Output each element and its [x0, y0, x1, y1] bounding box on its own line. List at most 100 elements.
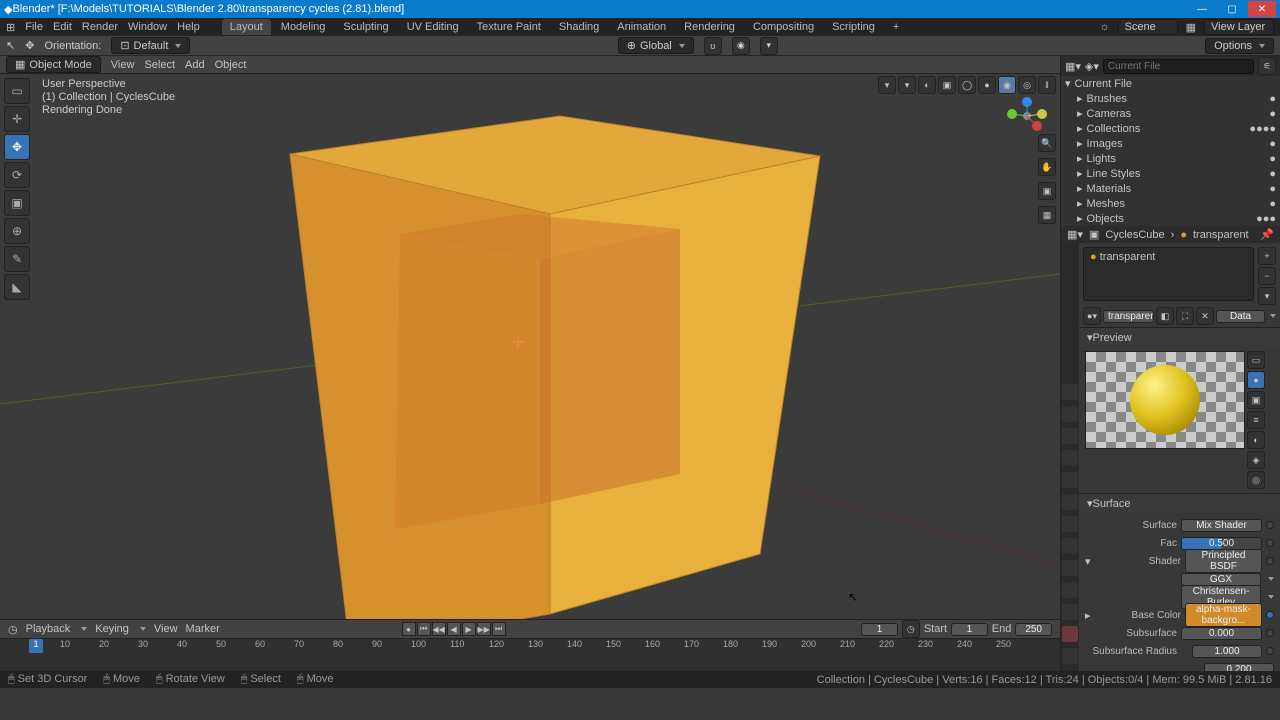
- blender-menu-icon[interactable]: ⊞: [6, 21, 15, 34]
- ptab-texture[interactable]: [1062, 648, 1078, 664]
- nav-gizmo[interactable]: [1002, 96, 1052, 136]
- cursor-icon[interactable]: ✥: [25, 39, 34, 52]
- play-rev-icon[interactable]: ◀: [447, 622, 461, 636]
- mat-browse-icon[interactable]: ●▾: [1083, 307, 1101, 325]
- out-objects[interactable]: Objects: [1087, 213, 1124, 225]
- ptab-particles[interactable]: [1062, 538, 1078, 554]
- orientation-dropdown[interactable]: ⊡Default: [111, 37, 190, 54]
- menu-select[interactable]: Select: [144, 59, 175, 71]
- preview-header[interactable]: ▾ Preview: [1079, 327, 1280, 347]
- menu-view[interactable]: View: [111, 59, 135, 71]
- tab-animation[interactable]: Animation: [609, 19, 674, 35]
- menu-add[interactable]: Add: [185, 59, 205, 71]
- tl-view[interactable]: View: [154, 623, 178, 635]
- out-linestyles[interactable]: Line Styles: [1087, 168, 1141, 180]
- persp-icon[interactable]: ▦: [1038, 206, 1056, 224]
- outliner-root[interactable]: Current File: [1075, 78, 1132, 90]
- out-cameras[interactable]: Cameras: [1087, 108, 1132, 120]
- autokey-icon[interactable]: ●: [402, 622, 416, 636]
- ptab-viewlayer[interactable]: [1062, 428, 1078, 444]
- prev-key-icon[interactable]: ◀◀: [432, 622, 446, 636]
- shading-solid-icon[interactable]: ●: [978, 76, 996, 94]
- mat-nodes-icon[interactable]: ◧: [1156, 307, 1174, 325]
- shader-type[interactable]: Principled BSDF: [1185, 549, 1262, 573]
- tool-select[interactable]: ▭: [4, 78, 30, 104]
- out-images[interactable]: Images: [1087, 138, 1123, 150]
- menu-file[interactable]: File: [25, 21, 43, 33]
- vp-select-icon[interactable]: ▾: [878, 76, 896, 94]
- out-collections[interactable]: Collections: [1087, 123, 1141, 135]
- vp-overlay-icon[interactable]: ◐: [918, 76, 936, 94]
- ptab-render[interactable]: [1062, 384, 1078, 400]
- shading-rendered-icon[interactable]: ◎: [1018, 76, 1036, 94]
- play-icon[interactable]: ▶: [462, 622, 476, 636]
- playhead[interactable]: 1: [29, 639, 43, 653]
- mat-unlink-icon[interactable]: ✕: [1196, 307, 1214, 325]
- tool-measure[interactable]: ◣: [4, 274, 30, 300]
- outliner-search[interactable]: [1103, 59, 1254, 74]
- outliner-display-icon[interactable]: ◈▾: [1085, 60, 1099, 73]
- menu-window[interactable]: Window: [128, 21, 167, 33]
- tab-sculpting[interactable]: Sculpting: [335, 19, 396, 35]
- surface-shader[interactable]: Mix Shader: [1181, 519, 1262, 532]
- tl-keying[interactable]: Keying: [95, 623, 129, 635]
- pv-fluid-icon[interactable]: ◎: [1247, 471, 1265, 489]
- material-name[interactable]: transparent: [1103, 310, 1154, 323]
- slot-remove-icon[interactable]: −: [1258, 267, 1276, 285]
- tool-transform[interactable]: ⊕: [4, 218, 30, 244]
- tl-marker[interactable]: Marker: [186, 623, 220, 635]
- vp-gizmo-icon[interactable]: ▾: [898, 76, 916, 94]
- tool-scale[interactable]: ▣: [4, 190, 30, 216]
- viewlayer-field[interactable]: View Layer: [1204, 19, 1274, 35]
- pv-cloth-icon[interactable]: ◈: [1247, 451, 1265, 469]
- tab-layout[interactable]: Layout: [222, 19, 271, 35]
- tab-texture[interactable]: Texture Paint: [469, 19, 549, 35]
- jump-end-icon[interactable]: ⏭: [492, 622, 506, 636]
- frame-current[interactable]: 1: [861, 623, 898, 636]
- ssr-2[interactable]: 0.200: [1204, 663, 1274, 672]
- menu-render[interactable]: Render: [82, 21, 118, 33]
- pv-sphere-icon[interactable]: ●: [1247, 371, 1265, 389]
- bc-material[interactable]: transparent: [1193, 229, 1249, 241]
- options-dropdown[interactable]: Options: [1205, 38, 1274, 54]
- out-lights[interactable]: Lights: [1087, 153, 1116, 165]
- pin-icon[interactable]: 📌: [1260, 228, 1274, 241]
- slot-add-icon[interactable]: +: [1258, 247, 1276, 265]
- mode-dropdown[interactable]: ▦Object Mode: [6, 56, 101, 73]
- ptab-constraints[interactable]: [1062, 582, 1078, 598]
- tl-playback[interactable]: Playback: [26, 623, 71, 635]
- tab-shading[interactable]: Shading: [551, 19, 607, 35]
- ptab-data[interactable]: [1062, 604, 1078, 620]
- tab-rendering[interactable]: Rendering: [676, 19, 743, 35]
- editor-icon[interactable]: ▦▾: [1067, 228, 1083, 241]
- pv-flat-icon[interactable]: ▭: [1247, 351, 1265, 369]
- lock-range-icon[interactable]: ◷: [902, 620, 920, 638]
- arrow-icon[interactable]: ↖: [6, 39, 15, 52]
- vp-xray-icon[interactable]: ▣: [938, 76, 956, 94]
- ptab-world[interactable]: [1062, 472, 1078, 488]
- surface-header[interactable]: ▾ Surface: [1079, 493, 1280, 513]
- outliner[interactable]: ▾Current File ▸Brushes● ▸Cameras● ▸Colle…: [1061, 76, 1280, 226]
- material-slot[interactable]: ● transparent: [1083, 247, 1254, 301]
- tab-uv[interactable]: UV Editing: [399, 19, 467, 35]
- timeline-track[interactable]: 1 10203040506070809010011012013014015016…: [0, 638, 1060, 671]
- bc-object[interactable]: CyclesCube: [1105, 229, 1164, 241]
- tool-annotate[interactable]: ✎: [4, 246, 30, 272]
- pv-shader-icon[interactable]: ◐: [1247, 431, 1265, 449]
- tab-modeling[interactable]: Modeling: [273, 19, 334, 35]
- ptab-material[interactable]: [1062, 626, 1078, 642]
- pv-cube-icon[interactable]: ▣: [1247, 391, 1265, 409]
- frame-start[interactable]: 1: [951, 623, 988, 636]
- base-color[interactable]: alpha-mask-backgro...: [1185, 603, 1262, 627]
- frame-end[interactable]: 250: [1015, 623, 1052, 636]
- jump-start-icon[interactable]: ⏮: [417, 622, 431, 636]
- tab-scripting[interactable]: Scripting: [824, 19, 883, 35]
- subsurface-val[interactable]: 0.000: [1181, 627, 1262, 640]
- outliner-mode-icon[interactable]: ▦▾: [1065, 60, 1081, 73]
- zoom-icon[interactable]: 🔍: [1038, 134, 1056, 152]
- mat-users-icon[interactable]: ⛶: [1176, 307, 1194, 325]
- out-materials[interactable]: Materials: [1087, 183, 1132, 195]
- tool-cursor[interactable]: ✛: [4, 106, 30, 132]
- maximize-button[interactable]: ▢: [1218, 1, 1246, 17]
- extra-icon[interactable]: ▾: [760, 37, 778, 55]
